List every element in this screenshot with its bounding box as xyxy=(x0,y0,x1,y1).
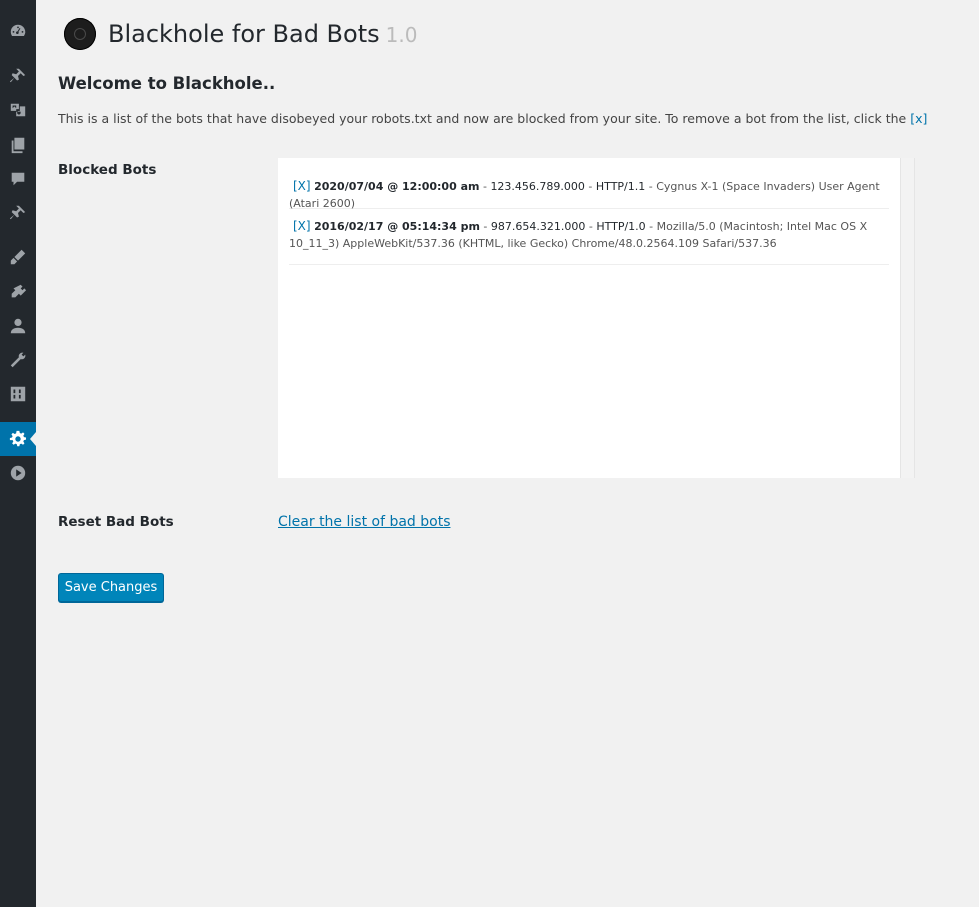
gear-icon[interactable] xyxy=(0,422,36,456)
settings-icon[interactable] xyxy=(0,377,36,411)
bot-protocol: HTTP/1.1 xyxy=(595,180,646,193)
play-icon[interactable] xyxy=(0,456,36,490)
bot-ip: 123.456.789.000 xyxy=(490,180,585,193)
bot-entry: [X] 2016/02/17 @ 05:14:34 pm - 987.654.3… xyxy=(289,218,889,265)
bot-date: 2020/07/04 @ 12:00:00 am xyxy=(314,180,480,193)
admin-sidebar xyxy=(0,0,36,907)
version-label: 1.0 xyxy=(385,23,418,47)
bot-date: 2016/02/17 @ 05:14:34 pm xyxy=(314,220,480,233)
bot-ip: 987.654.321.000 xyxy=(490,220,586,233)
intro-remove-marker: [x] xyxy=(910,111,928,126)
intro-body: This is a list of the bots that have dis… xyxy=(58,111,907,126)
remove-bot-button[interactable]: [X] xyxy=(293,179,311,193)
remove-bot-button[interactable]: [X] xyxy=(293,219,311,233)
bot-entry: [X] 2020/07/04 @ 12:00:00 am - 123.456.7… xyxy=(289,178,889,210)
pin-icon[interactable] xyxy=(0,196,36,230)
welcome-heading: Welcome to Blackhole.. xyxy=(58,74,276,93)
plugins-icon[interactable] xyxy=(0,275,36,309)
bot-protocol: HTTP/1.0 xyxy=(596,220,646,233)
clear-bad-bots-link[interactable]: Clear the list of bad bots xyxy=(278,514,450,530)
page-title-text: Blackhole for Bad Bots xyxy=(108,20,380,48)
users-icon[interactable] xyxy=(0,309,36,343)
reset-bad-bots-label: Reset Bad Bots xyxy=(58,514,174,530)
appearance-icon[interactable] xyxy=(0,240,36,274)
page-title: Blackhole for Bad Bots 1.0 xyxy=(108,20,417,48)
page-header: Blackhole for Bad Bots 1.0 xyxy=(64,18,417,50)
comments-icon[interactable] xyxy=(0,162,36,196)
posts-pin-icon[interactable] xyxy=(0,59,36,93)
tools-icon[interactable] xyxy=(0,343,36,377)
blocked-bots-label: Blocked Bots xyxy=(58,162,157,178)
save-changes-button[interactable]: Save Changes xyxy=(58,573,164,602)
intro-text: This is a list of the bots that have dis… xyxy=(58,111,927,126)
dashboard-icon[interactable] xyxy=(0,14,36,48)
blackhole-logo-icon xyxy=(64,18,96,50)
blocked-bots-list[interactable]: [X] 2020/07/04 @ 12:00:00 am - 123.456.7… xyxy=(278,158,915,478)
list-scrollbar[interactable] xyxy=(900,158,914,478)
media-icon[interactable] xyxy=(0,93,36,127)
pages-icon[interactable] xyxy=(0,128,36,162)
